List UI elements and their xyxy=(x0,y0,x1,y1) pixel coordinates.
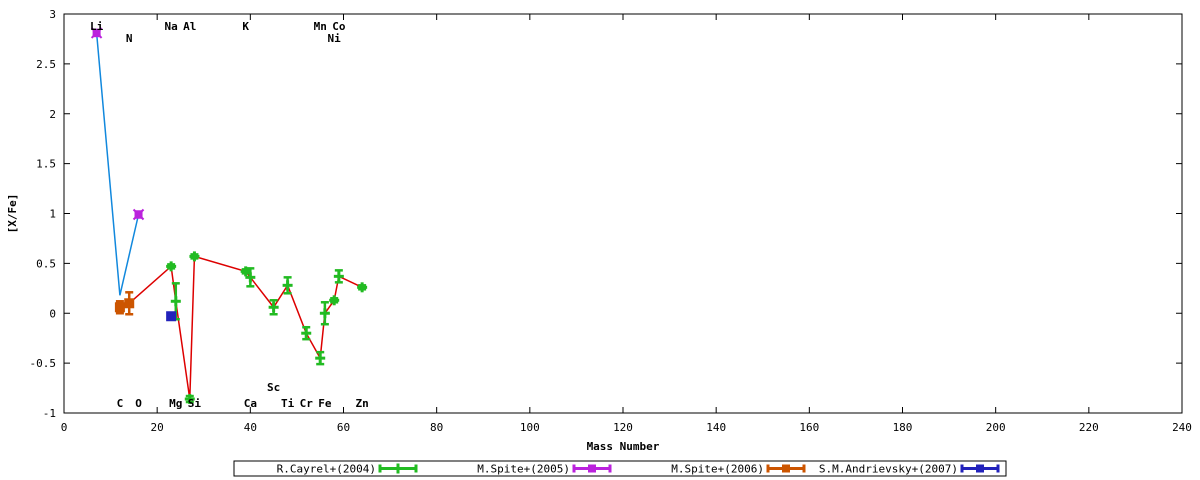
x-axis-ticks: 0 20 40 60 80 100 120 140 160 180 200 220 240 xyxy=(61,14,1192,434)
element-label: C xyxy=(117,397,124,410)
y-tick-label: 1.5 xyxy=(36,158,56,171)
y-tick-label: 2 xyxy=(49,108,56,121)
data-point xyxy=(333,269,344,284)
x-tick-label: 120 xyxy=(613,421,633,434)
y-tick-label: 2.5 xyxy=(36,58,56,71)
y-tick-label: -0.5 xyxy=(30,357,57,370)
data-point xyxy=(319,301,330,326)
element-label: Sc xyxy=(267,381,280,394)
x-tick-label: 40 xyxy=(244,421,257,434)
legend-swatch-marker xyxy=(782,464,790,473)
chart: 0 20 40 60 80 100 120 140 160 180 200 220 240 -1-0.5… xyxy=(6,8,1192,477)
series-3 xyxy=(166,311,177,322)
element-label: O xyxy=(135,397,142,410)
data-point xyxy=(124,291,135,316)
data-point xyxy=(189,251,200,262)
data-point xyxy=(301,325,312,341)
plot-frame xyxy=(63,13,1183,414)
data-point-marker xyxy=(114,302,125,313)
x-tick-label: 20 xyxy=(151,421,164,434)
data-point xyxy=(357,282,368,293)
data-point xyxy=(315,350,326,366)
element-label: Ti xyxy=(281,397,295,410)
element-label: Ni xyxy=(328,32,342,45)
legend-label: M.Spite+(2006) xyxy=(671,463,764,476)
x-tick-label: 60 xyxy=(337,421,350,434)
y-tick-label: 1 xyxy=(49,208,56,221)
y-tick-label: 3 xyxy=(49,8,56,21)
x-tick-label: 220 xyxy=(1079,421,1099,434)
legend-swatch-marker xyxy=(976,464,984,473)
series-line-spite-2005 xyxy=(95,32,140,296)
x-tick-label: 160 xyxy=(799,421,819,434)
data-point xyxy=(329,295,340,306)
y-tick-label: 0 xyxy=(49,307,56,320)
y-tick-label: -1 xyxy=(43,407,56,420)
data-point-marker xyxy=(124,298,135,309)
legend-swatch-marker xyxy=(588,464,596,473)
data-point-marker xyxy=(166,311,177,322)
element-label: K xyxy=(242,20,249,33)
x-tick-label: 200 xyxy=(986,421,1006,434)
element-label: Ca xyxy=(244,397,257,410)
x-tick-label: 240 xyxy=(1172,421,1192,434)
series-layer xyxy=(90,27,368,405)
legend-label: M.Spite+(2005) xyxy=(477,463,570,476)
x-tick-label: 0 xyxy=(61,421,68,434)
y-tick-label: 0.5 xyxy=(36,257,56,270)
legend: R.Cayrel+(2004) M.Spite+(2005) M.Spite+(20… xyxy=(233,460,1007,477)
x-axis-label: Mass Number xyxy=(587,440,660,453)
plot-border xyxy=(63,13,1183,414)
data-point xyxy=(166,311,177,322)
legend-label: S.M.Andrievsky+(2007) xyxy=(819,463,958,476)
x-tick-label: 80 xyxy=(430,421,443,434)
element-label: N xyxy=(126,32,133,45)
x-tick-label: 100 xyxy=(520,421,540,434)
element-label: Li xyxy=(90,20,104,33)
data-point xyxy=(132,208,145,221)
element-label: Si xyxy=(188,397,202,410)
element-label: Cr xyxy=(300,397,314,410)
legend-label: R.Cayrel+(2004) xyxy=(277,463,376,476)
y-axis-ticks: -1 -0.5 0 0.5 1 1.5 2 2.5 3 xyxy=(30,8,1182,420)
y-axis-label: [X/Fe] xyxy=(6,194,19,234)
x-tick-label: 140 xyxy=(706,421,726,434)
element-label: Mn xyxy=(314,20,327,33)
element-label: Al xyxy=(183,20,196,33)
element-label: Na xyxy=(165,20,178,33)
data-point xyxy=(114,300,125,315)
element-labels: Li Na Al K Mn CoN NiC O Mg Si Ca Ti Cr Fe ZnSc xyxy=(90,20,369,410)
x-tick-label: 180 xyxy=(893,421,913,434)
series-2 xyxy=(114,291,135,316)
element-label: Zn xyxy=(356,397,369,410)
element-label: Mg xyxy=(169,397,182,410)
element-label: Fe xyxy=(318,397,332,410)
